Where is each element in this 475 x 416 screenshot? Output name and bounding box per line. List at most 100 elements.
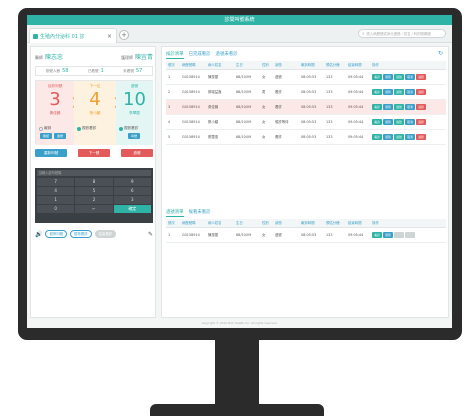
current-patient: 黃佳臻 bbox=[49, 111, 61, 115]
row-action-button[interactable]: 退掛 bbox=[416, 133, 426, 140]
call-actions: 重新叫號 下一號 過號 bbox=[35, 149, 153, 157]
confirm-mini-button[interactable]: 確認 bbox=[40, 133, 52, 139]
column-header: 性別 bbox=[260, 219, 273, 228]
cell-sex: 女 bbox=[260, 114, 273, 130]
search-input[interactable]: ⚲ 請入病歷號或身分證號 / 姓名 / 科別號碼號 bbox=[358, 29, 446, 38]
video-check[interactable]: 視訊看診 bbox=[77, 126, 96, 131]
cell-end: 09:05:44 bbox=[346, 99, 370, 115]
row-action-button[interactable]: 看診 bbox=[372, 133, 382, 140]
row-action-button[interactable]: 看診 bbox=[372, 73, 382, 80]
cell-est: 133 bbox=[324, 129, 346, 145]
checkin-radio[interactable]: 報到 bbox=[39, 126, 51, 131]
cell-actions: 看診 報到 過號 取消 退掛 bbox=[370, 69, 446, 85]
row-action-button[interactable]: 看診 bbox=[372, 118, 382, 125]
cell-no: 1 bbox=[166, 69, 180, 85]
tab-pass-list[interactable]: 過號清單 bbox=[166, 209, 184, 217]
radio-icon bbox=[39, 126, 43, 131]
tab-pending[interactable]: 候看未看診 bbox=[189, 209, 211, 217]
row-action-button[interactable]: 取消 bbox=[405, 103, 415, 110]
keypad-key[interactable]: 9 bbox=[113, 178, 151, 186]
row-action-button[interactable]: 報到 bbox=[383, 118, 393, 125]
row-action-button[interactable]: 退掛 bbox=[416, 88, 426, 95]
cell-checkin: 08:05:53 bbox=[299, 129, 324, 145]
tab-bar: 生殖內分泌科 01 診 × + ⚲ 請入病歷號或身分證號 / 姓名 / 科別號碼… bbox=[27, 25, 452, 43]
table-row[interactable]: 1 G0158914 陳惠蘭 68/10/09 女過號 08:05:53 133 09:05:… bbox=[166, 69, 446, 85]
pen-icon[interactable]: ✎ bbox=[148, 231, 153, 238]
column-header: 狀態 bbox=[273, 61, 299, 70]
pass-table: 號次 病歷號碼 病人姓名 生日 性別 狀態 報到時間 預估分鐘 結束時間 操作 1 G0158914… bbox=[166, 219, 446, 243]
keypad-key[interactable]: 0 bbox=[37, 205, 75, 213]
keypad-key[interactable]: 2 bbox=[75, 196, 113, 204]
cell-actions: 看診 報到 過號 取消 退掛 bbox=[370, 114, 446, 130]
cell-end: 09:05:44 bbox=[346, 69, 370, 85]
cell-sex: 女 bbox=[260, 227, 273, 243]
keypad-key[interactable]: 5 bbox=[75, 187, 113, 195]
column-header[interactable]: 號次 bbox=[166, 219, 180, 228]
row-action-button[interactable]: 報到 bbox=[383, 103, 393, 110]
row-action-button[interactable]: 過號 bbox=[394, 88, 404, 95]
row-action-button[interactable]: 看診 bbox=[372, 231, 382, 238]
video-check-2[interactable]: 視訊看診 bbox=[119, 126, 138, 131]
app-title-bar: 診間叫號系統 bbox=[27, 15, 452, 25]
speaker-icon[interactable]: 🔊 bbox=[35, 231, 42, 238]
column-header[interactable]: 號次 bbox=[166, 61, 180, 70]
pass-mini-button[interactable]: 過號 bbox=[54, 133, 66, 139]
cell-checkin: 08:05:53 bbox=[299, 227, 324, 243]
row-action-button[interactable]: 過號 bbox=[394, 103, 404, 110]
table-row[interactable]: 2 G0158914 鄭瑞益鑫 68/10/09 男看診 08:05:53 133 09:05… bbox=[166, 84, 446, 100]
next-button[interactable]: 下一號 bbox=[78, 149, 110, 157]
keypad-key[interactable]: 3 bbox=[113, 196, 151, 204]
tab-missed[interactable]: 過號未看診 bbox=[216, 51, 238, 59]
row-action-button[interactable]: 退掛 bbox=[416, 73, 426, 80]
tab-clinic[interactable]: 生殖內分泌科 01 診 × bbox=[29, 28, 117, 43]
close-icon[interactable]: × bbox=[107, 33, 112, 40]
keypad-key[interactable]: 確定 bbox=[113, 205, 151, 213]
recall-button[interactable]: 重新叫號 bbox=[35, 149, 67, 157]
keypad-key[interactable]: 7 bbox=[37, 178, 75, 186]
number-keypad: 請輸入欲叫號碼 7 8 9 4 5 6 1 2 3 0 ← 確定 bbox=[35, 168, 153, 223]
table-row[interactable]: 3 G0158914 黃佳臻 68/10/09 女看診 08:05:53 133 09:05:… bbox=[166, 99, 446, 115]
pause-call-button[interactable]: 暫停叫號 bbox=[45, 230, 68, 238]
table-row[interactable]: 4 G0158914 蔡小穎 68/10/09 女候診等待 08:05:53 133 09:0… bbox=[166, 114, 446, 130]
cell-checkin: 08:05:53 bbox=[299, 114, 324, 130]
row-action-button[interactable]: 報到 bbox=[383, 133, 393, 140]
row-action-button[interactable]: 報到 bbox=[383, 88, 393, 95]
keypad-key[interactable]: 6 bbox=[113, 187, 151, 195]
row-action-button[interactable]: 報到 bbox=[383, 231, 393, 238]
keypad-key[interactable]: 1 bbox=[37, 196, 75, 204]
row-action-button[interactable]: 過號 bbox=[394, 133, 404, 140]
cell-est: 133 bbox=[324, 69, 346, 85]
keypad-key[interactable]: ← bbox=[75, 205, 113, 213]
tab-waiting[interactable]: 候診清單 bbox=[166, 51, 184, 59]
table-row[interactable]: 5 G0158914 蔡蕙惠 68/10/09 女看診 08:05:53 133 09:05:… bbox=[166, 129, 446, 145]
keypad-key[interactable]: 8 bbox=[75, 178, 113, 186]
keypad-key[interactable]: 4 bbox=[37, 187, 75, 195]
row-action-button[interactable]: 過號 bbox=[394, 118, 404, 125]
row-action-button[interactable]: 看診 bbox=[372, 88, 382, 95]
end-clinic-button[interactable]: 結束看診 bbox=[94, 230, 117, 238]
row-action-button[interactable]: 退掛 bbox=[416, 118, 426, 125]
column-header: 病歷號碼 bbox=[180, 219, 206, 228]
row-action-button[interactable]: 取消 bbox=[405, 73, 415, 80]
row-action-button[interactable]: 取消 bbox=[405, 133, 415, 140]
refresh-icon[interactable]: ↻ bbox=[438, 50, 443, 57]
keypad-input[interactable]: 請輸入欲叫號碼 bbox=[37, 170, 151, 176]
pause-clinic-button[interactable]: 暫停看診 bbox=[70, 230, 92, 238]
tab-done[interactable]: 已完成看診 bbox=[189, 51, 211, 59]
pass-button[interactable]: 過號 bbox=[121, 149, 153, 157]
row-action-button[interactable]: 退掛 bbox=[416, 103, 426, 110]
call-mini-button[interactable]: 叫號 bbox=[128, 133, 140, 139]
column-header: 結束時間 bbox=[346, 61, 370, 70]
check-icon bbox=[119, 126, 123, 131]
row-action-button[interactable]: 報到 bbox=[383, 73, 393, 80]
cell-birth: 68/10/09 bbox=[234, 69, 260, 85]
doctor-name: 陳志忠 bbox=[45, 54, 64, 61]
cell-id: G0158914 bbox=[180, 114, 206, 130]
row-action-button[interactable]: 取消 bbox=[405, 118, 415, 125]
row-action-button[interactable]: 取消 bbox=[405, 88, 415, 95]
row-action-button[interactable]: 過號 bbox=[394, 73, 404, 80]
row-action-button[interactable]: 看診 bbox=[372, 103, 382, 110]
cell-sex: 女 bbox=[260, 69, 273, 85]
add-tab-button[interactable]: + bbox=[119, 30, 129, 40]
table-row[interactable]: 1 G0158914 陳惠蘭 68/10/09 女過號 08:05:53 133 09:05:… bbox=[166, 227, 446, 243]
